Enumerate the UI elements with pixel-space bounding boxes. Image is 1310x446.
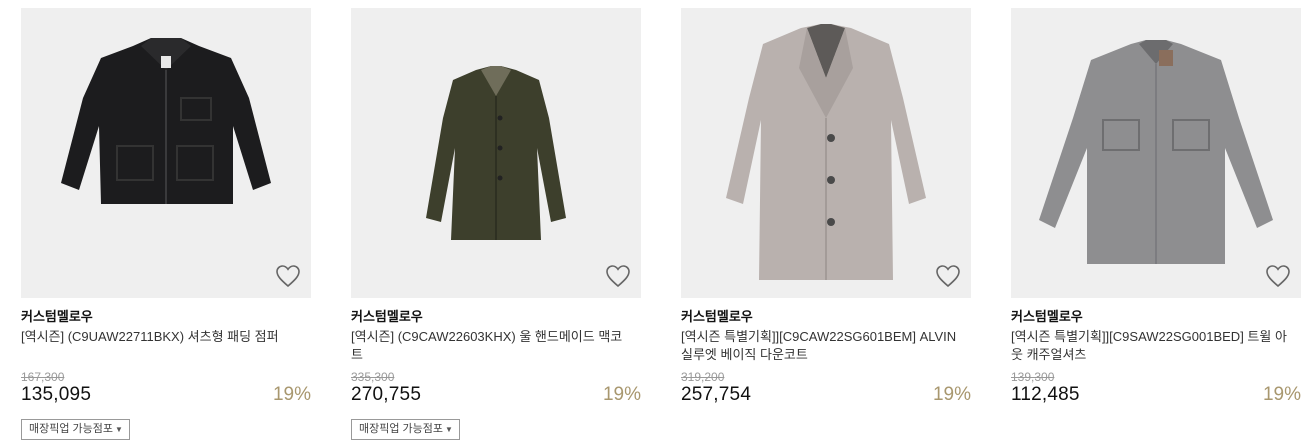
sale-price: 135,095 xyxy=(21,384,92,405)
store-pickup-label: 매장픽업 가능점포 xyxy=(359,423,444,435)
discount-rate: 19% xyxy=(932,384,971,405)
product-image[interactable] xyxy=(21,8,311,298)
store-pickup-dropdown[interactable]: 매장픽업 가능점포 ▼ xyxy=(21,419,130,440)
product-name[interactable]: [역시즌] (C9UAW22711BKX) 셔츠형 패딩 점퍼 xyxy=(21,328,297,364)
padded-jacket-image xyxy=(61,38,271,204)
store-pickup-label: 매장픽업 가능점포 xyxy=(29,423,114,435)
product-card[interactable]: 커스텀멜로우 [역시즌] (C9UAW22711BKX) 셔츠형 패딩 점퍼 1… xyxy=(21,8,311,440)
product-image[interactable] xyxy=(1011,8,1301,298)
store-pickup-dropdown[interactable]: 매장픽업 가능점포 ▼ xyxy=(351,419,460,440)
discount-rate: 19% xyxy=(272,384,311,405)
heart-icon[interactable] xyxy=(605,264,631,288)
product-name[interactable]: [역시즌] (C9CAW22603KHX) 울 핸드메이드 맥코트 xyxy=(351,328,627,364)
price-box: 167,300 135,095 19% xyxy=(21,370,311,414)
original-price: 335,300 xyxy=(351,370,395,384)
product-brand[interactable]: 커스텀멜로우 xyxy=(21,309,311,325)
caret-down-icon: ▼ xyxy=(445,425,453,434)
original-price: 319,200 xyxy=(681,370,725,384)
product-grid: 커스텀멜로우 [역시즌] (C9UAW22711BKX) 셔츠형 패딩 점퍼 1… xyxy=(0,0,1310,446)
price-box: 319,200 257,754 19% xyxy=(681,370,971,414)
heart-icon[interactable] xyxy=(935,264,961,288)
price-box: 139,300 112,485 19% xyxy=(1011,370,1301,414)
product-brand[interactable]: 커스텀멜로우 xyxy=(351,309,641,325)
discount-rate: 19% xyxy=(1262,384,1301,405)
mac-coat-image xyxy=(426,66,566,240)
price-box: 335,300 270,755 19% xyxy=(351,370,641,414)
twill-shirt-image xyxy=(1039,40,1273,264)
heart-icon[interactable] xyxy=(1265,264,1291,288)
product-brand[interactable]: 커스텀멜로우 xyxy=(1011,309,1301,325)
product-image[interactable] xyxy=(351,8,641,298)
discount-rate: 19% xyxy=(602,384,641,405)
sale-price: 270,755 xyxy=(351,384,422,405)
original-price: 139,300 xyxy=(1011,370,1055,384)
product-brand[interactable]: 커스텀멜로우 xyxy=(681,309,971,325)
long-coat-image xyxy=(726,24,926,280)
sale-price: 257,754 xyxy=(681,384,752,405)
product-card[interactable]: 커스텀멜로우 [역시즌 특별기획]][C9CAW22SG601BEM] ALVI… xyxy=(681,8,971,414)
product-card[interactable]: 커스텀멜로우 [역시즌 특별기획]][C9SAW22SG001BED] 트윌 아… xyxy=(1011,8,1301,414)
caret-down-icon: ▼ xyxy=(115,425,123,434)
heart-icon[interactable] xyxy=(275,264,301,288)
sale-price: 112,485 xyxy=(1011,384,1080,405)
product-image[interactable] xyxy=(681,8,971,298)
product-card[interactable]: 커스텀멜로우 [역시즌] (C9CAW22603KHX) 울 핸드메이드 맥코트… xyxy=(351,8,641,440)
original-price: 167,300 xyxy=(21,370,65,384)
product-name[interactable]: [역시즌 특별기획]][C9SAW22SG001BED] 트윌 아웃 캐주얼셔츠 xyxy=(1011,328,1287,364)
product-name[interactable]: [역시즌 특별기획]][C9CAW22SG601BEM] ALVIN 실루엣 베… xyxy=(681,328,957,364)
